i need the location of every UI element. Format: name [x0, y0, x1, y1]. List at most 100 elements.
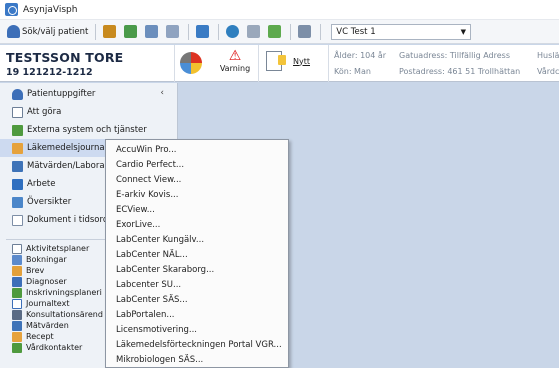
menu-item-labcenter-skaraborg[interactable]: LabCenter Skaraborg... [116, 263, 214, 277]
sidebar-item-label: Arbete [27, 179, 56, 189]
sidebar-subitem-brev[interactable]: Brev [12, 265, 44, 276]
sidebar-item-label: Dokument i tidsord [27, 215, 109, 225]
work-icon [12, 178, 23, 190]
sidebar-subitem-label: Aktivitetsplaner [26, 244, 90, 253]
new-note-button[interactable]: Nytt [266, 51, 310, 71]
sidebar-subitem-recept[interactable]: Recept [12, 331, 54, 342]
toolbar-window-button[interactable] [244, 23, 265, 41]
sidebar-item-externa-system[interactable]: Externa system och tjänster [0, 121, 178, 139]
sidebar-item-label: Mätvärden/Labora [27, 161, 105, 171]
warning-button[interactable]: ⚠ Varning [215, 49, 255, 74]
sidebar-subitem-label: Inskrivningsplaneri [26, 288, 102, 297]
sidebar-subitem-label: Diagnoser [26, 277, 67, 286]
sidebar-subitem-vardkontakter[interactable]: Vårdkontakter [12, 342, 82, 353]
toolbar-separator [95, 23, 97, 40]
menu-item-licensmotivering[interactable]: Licensmotivering... [116, 323, 197, 337]
consultation-icon [12, 309, 22, 320]
menu-item-ecview[interactable]: ECView... [116, 203, 155, 217]
image-icon [268, 25, 282, 38]
calendar-icon [12, 254, 22, 265]
header-divider [328, 45, 329, 82]
person-search-icon [7, 25, 20, 38]
menu-item-labcenter-sas[interactable]: LabCenter SÄS... [116, 293, 188, 307]
letter-icon [12, 265, 22, 276]
sidebar-item-label: Externa system och tjänster [27, 125, 147, 135]
app-logo-icon [5, 3, 18, 16]
patient-extra-info: Vårdc [537, 67, 559, 76]
checkbox-icon [12, 106, 23, 118]
menu-item-e-arkiv-kovis[interactable]: E-arkiv Kovis... [116, 188, 178, 202]
toolbar-checklist-button[interactable] [163, 23, 184, 41]
unit-select-value: VC Test 1 [336, 26, 376, 37]
monitor-icon [196, 25, 210, 38]
toolbar-separator [188, 23, 190, 40]
medication-icon [12, 142, 23, 154]
toolbar-image-button[interactable] [265, 23, 286, 41]
toolbar-separator [290, 23, 292, 40]
patient-postal-address: Postadress: 461 51 Trollhättan [399, 67, 521, 76]
contact-icon [12, 342, 22, 353]
sidebar-subitem-konsultationsarenden[interactable]: Konsultationsärend [12, 309, 103, 320]
document-search-icon [12, 214, 23, 226]
sidebar-item-label: Att göra [27, 107, 62, 117]
sidebar-item-patientuppgifter[interactable]: Patientuppgifter ‹ [0, 85, 178, 103]
toolbar-globe-button[interactable] [223, 23, 244, 41]
sidebar-subitem-label: Recept [26, 332, 54, 341]
menu-item-cardio-perfect[interactable]: Cardio Perfect... [116, 158, 184, 172]
sidebar-subitem-label: Bokningar [26, 255, 67, 264]
sidebar-subitem-journaltext[interactable]: Journaltext [12, 298, 69, 309]
menu-item-exorlive[interactable]: ExorLive... [116, 218, 160, 232]
search-patient-label: Sök/välj patient [22, 26, 89, 37]
toolbar-separator [218, 23, 220, 40]
menu-item-accuwin-pro[interactable]: AccuWin Pro... [116, 143, 177, 157]
sidebar-subitem-diagnoser[interactable]: Diagnoser [12, 276, 67, 287]
network-icon [12, 124, 23, 136]
sidebar-subitem-inskrivningsplanering[interactable]: Inskrivningsplaneri [12, 287, 102, 298]
new-label: Nytt [293, 56, 310, 66]
toolbar-table-button[interactable] [142, 23, 163, 41]
menu-item-labportalen[interactable]: LabPortalen... [116, 308, 174, 322]
toolbar-book-button[interactable] [100, 23, 121, 41]
sidebar-subitem-aktivitetsplaner[interactable]: Aktivitetsplaner [12, 243, 89, 254]
sidebar-subitem-bokningar[interactable]: Bokningar [12, 254, 67, 265]
chevron-left-icon[interactable]: ‹ [160, 88, 164, 98]
prescription-icon [12, 331, 22, 342]
search-patient-button[interactable]: Sök/välj patient [4, 23, 91, 41]
header-divider [174, 45, 175, 82]
menu-item-labcenter-kungalv[interactable]: LabCenter Kungälv... [116, 233, 204, 247]
screen-icon [298, 25, 312, 38]
menu-item-lakemedelsforteckningen[interactable]: Läkemedelsförteckningen Portal VGR... [116, 338, 282, 352]
sidebar-subitem-label: Mätvärden [26, 321, 69, 330]
menu-item-labcenter-su[interactable]: Labcenter SU... [116, 278, 181, 292]
medical-symbol-icon [180, 52, 202, 74]
toolbar-monitor-button[interactable] [193, 23, 214, 41]
window-title: AsynjaVisph [23, 4, 78, 15]
menu-item-connect-view[interactable]: Connect View... [116, 173, 181, 187]
globe-icon [226, 25, 240, 38]
measurement-icon [12, 320, 22, 331]
patient-street-address: Gatuadress: Tillfällig Adress [399, 51, 510, 60]
menu-item-labcenter-nal[interactable]: LabCenter NÄL... [116, 248, 188, 262]
sidebar-subitem-matvarden[interactable]: Mätvärden [12, 320, 69, 331]
patient-age: Ålder: 104 år [334, 51, 387, 60]
text-icon [12, 298, 22, 309]
toolbar-chart-button[interactable] [121, 23, 142, 41]
new-document-icon [266, 51, 286, 71]
patient-gender: Kön: Man [334, 67, 371, 76]
unit-select[interactable]: VC Test 1 ▼ [331, 23, 472, 40]
sidebar-item-label: Läkemedelsjournal [27, 143, 107, 153]
patient-personnummer: 19 121212-1212 [6, 67, 93, 78]
table-icon [145, 25, 159, 38]
patient-header: TESTSSON TORE 19 121212-1212 ⚠ Varning N… [0, 45, 559, 82]
patient-extra-info: Huslä [537, 51, 559, 60]
toolbar-separator [320, 23, 322, 40]
sidebar-subitem-label: Brev [26, 266, 45, 275]
window-icon [247, 25, 261, 38]
menu-item-mikrobiologen-sas[interactable]: Mikrobiologen SÄS... [116, 353, 203, 367]
title-bar: AsynjaVisph [0, 0, 559, 20]
toolbar-screen-button[interactable] [295, 23, 316, 41]
sidebar-item-att-gora[interactable]: Att göra [0, 103, 178, 121]
lab-icon [12, 160, 23, 172]
chart-icon [124, 25, 138, 38]
header-divider [258, 45, 259, 82]
